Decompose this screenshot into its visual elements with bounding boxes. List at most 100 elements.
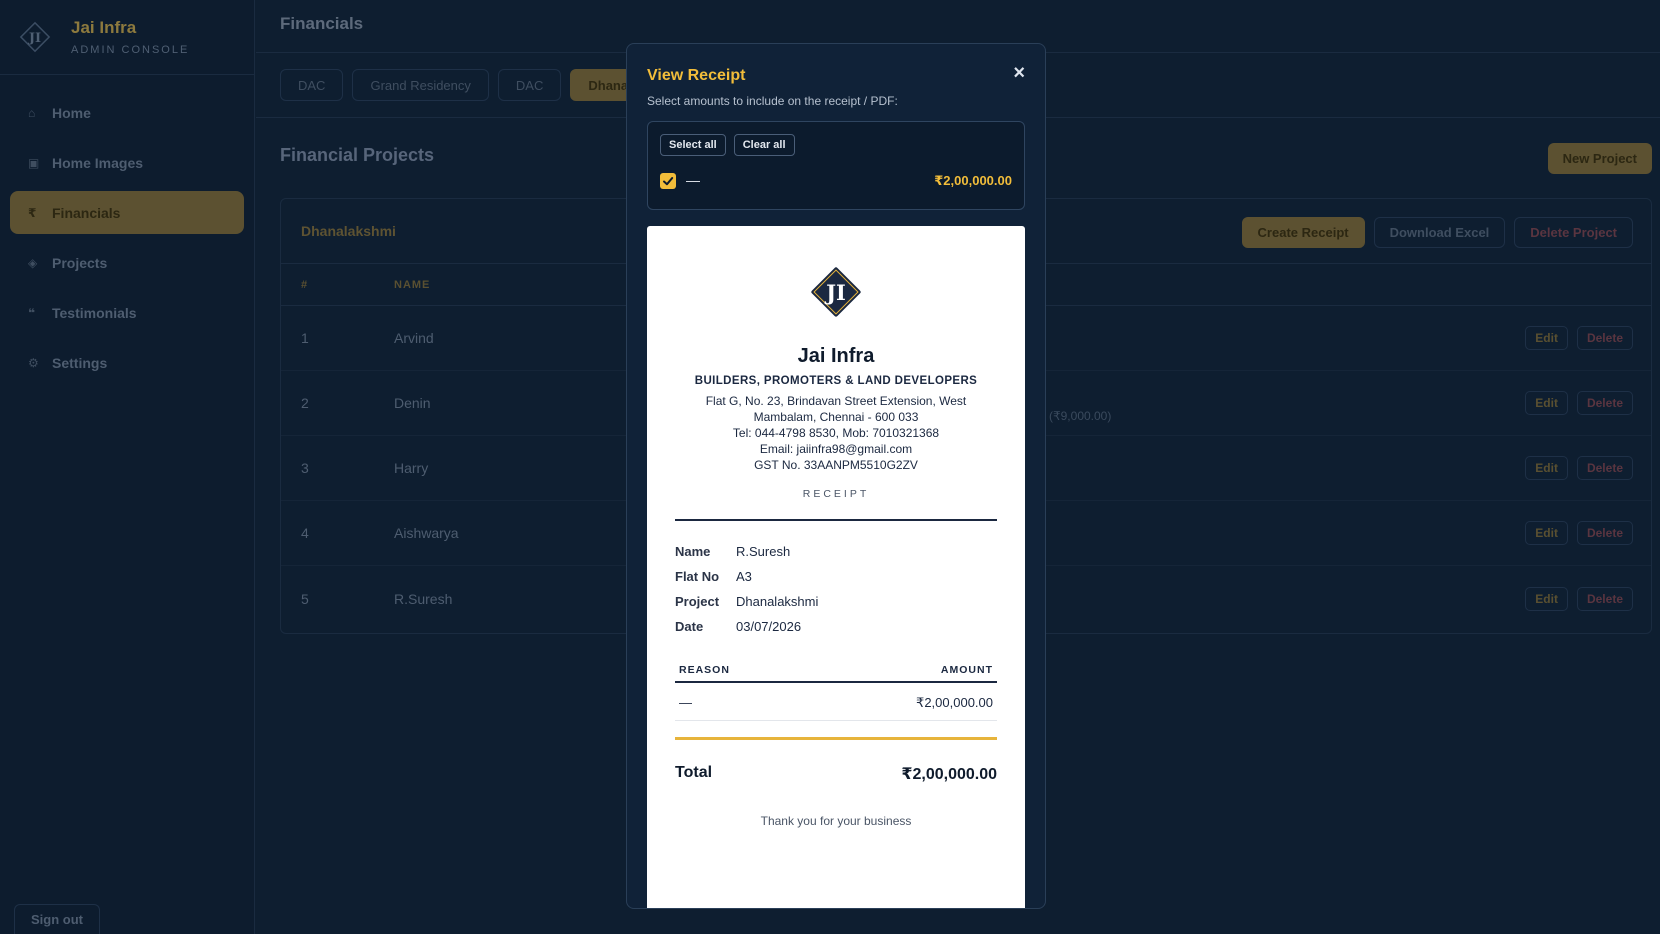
diamond-icon: ◈ (28, 255, 38, 270)
sidebar-item-label: Home Images (52, 154, 144, 171)
checkmark-icon (663, 177, 674, 186)
row-name: Denin (394, 395, 431, 411)
receipt-table-header: REASON AMOUNT (675, 658, 997, 683)
sidebar-item-settings[interactable]: ⚙ Settings (10, 341, 244, 384)
row-name: Arvind (394, 330, 434, 346)
address-line: Mambalam, Chennai - 600 033 (753, 410, 919, 424)
edit-button[interactable]: Edit (1525, 456, 1568, 480)
row-name: Harry (394, 460, 429, 476)
modal-subtitle: Select amounts to include on the receipt… (647, 94, 898, 108)
delete-button[interactable]: Delete (1576, 586, 1633, 611)
total-label: Total (675, 764, 713, 781)
field-value: R.Suresh (736, 544, 791, 559)
modal-title: View Receipt (647, 67, 746, 84)
delete-button[interactable]: Delete (1576, 391, 1633, 415)
amount-item-value: ₹2,00,000.00 (934, 173, 1012, 188)
edit-button[interactable]: Edit (1525, 586, 1568, 611)
row-number: 3 (301, 460, 309, 476)
sidebar-item-projects[interactable]: ◈ Projects (10, 241, 244, 284)
email-line: Email: jaiinfra98@gmail.com (759, 442, 913, 456)
brand-subtitle: ADMIN CONSOLE (71, 44, 190, 56)
receipt-tagline: BUILDERS, PROMOTERS & LAND DEVELOPERS (694, 375, 978, 387)
row-name: R.Suresh (394, 590, 453, 607)
field-value: 03/07/2026 (736, 619, 802, 634)
gst-line: GST No. 33AANPM5510G2ZV (754, 458, 918, 472)
phone-line: Tel: 044-4798 8530, Mob: 7010321368 (732, 426, 940, 440)
select-all-button[interactable]: Select all (660, 134, 726, 156)
field-value: Dhanalakshmi (736, 594, 819, 609)
field-key: Date (675, 619, 704, 634)
brand-logo: JI (18, 20, 52, 54)
svg-text:JI: JI (28, 31, 41, 46)
edit-button[interactable]: Edit (1525, 391, 1568, 415)
amount-item-label: — (686, 172, 700, 188)
sidebar-nav: ⌂ Home ▣ Home Images ₹ Financials ◈ Proj… (0, 75, 254, 384)
brand: JI Jai Infra ADMIN CONSOLE (0, 0, 254, 75)
download-excel-button[interactable]: Download Excel (1373, 217, 1506, 248)
row-number: 1 (301, 330, 309, 346)
tab-dac[interactable]: DAC (280, 69, 344, 101)
field-key: Name (675, 544, 711, 559)
sidebar-item-label: Settings (52, 354, 108, 371)
image-icon: ▣ (28, 155, 40, 170)
row-name: Aishwarya (394, 525, 459, 541)
sidebar-item-label: Projects (52, 254, 108, 271)
delete-button[interactable]: Delete (1576, 326, 1633, 350)
receipt-doc-label: RECEIPT (802, 488, 870, 500)
receipt-preview: JI Jai Infra BUILDERS, PROMOTERS & LAND … (647, 226, 1025, 908)
field-project: Project Dhanalakshmi (675, 589, 818, 614)
row-number: 5 (301, 590, 309, 607)
home-icon: ⌂ (28, 105, 36, 120)
create-receipt-button[interactable]: Create Receipt (1241, 217, 1365, 248)
receipt-logo: JI (808, 264, 864, 320)
amount-header: AMOUNT (940, 663, 993, 676)
field-name: Name R.Suresh (675, 539, 818, 564)
sidebar-item-label: Financials (52, 204, 121, 221)
svg-text:JI: JI (824, 280, 846, 305)
sidebar-item-financials[interactable]: ₹ Financials (10, 191, 244, 234)
view-receipt-modal: View Receipt × Select amounts to include… (626, 43, 1046, 909)
gold-divider (675, 737, 997, 740)
card-title: Dhanalakshmi (301, 223, 396, 239)
receipt-total: Total ₹2,00,000.00 (675, 764, 997, 784)
sidebar-item-testimonials[interactable]: ❝ Testimonials (10, 291, 244, 334)
field-key: Project (675, 594, 720, 609)
tab-dac-2[interactable]: DAC (497, 69, 562, 101)
edit-button[interactable]: Edit (1525, 326, 1568, 350)
row-number: 2 (301, 395, 309, 411)
sidebar-item-home-images[interactable]: ▣ Home Images (10, 141, 244, 184)
amount-cell: ₹2,00,000.00 (916, 694, 993, 710)
new-project-button[interactable]: New Project (1547, 143, 1652, 174)
row-amount-note: (₹9,000.00) (1049, 409, 1112, 423)
sidebar-item-home[interactable]: ⌂ Home (10, 91, 244, 134)
close-icon[interactable]: × (1013, 62, 1025, 85)
delete-button[interactable]: Delete (1576, 456, 1633, 480)
receipt-thanks: Thank you for your business (760, 814, 912, 828)
receipt-table-row: — ₹2,00,000.00 (675, 685, 997, 721)
reason-header: REASON (679, 663, 730, 676)
reason-cell: — (679, 695, 692, 710)
total-value: ₹2,00,000.00 (901, 766, 997, 783)
sidebar-item-label: Home (52, 104, 91, 121)
gear-icon: ⚙ (28, 355, 39, 370)
brand-name: Jai Infra (71, 18, 137, 37)
amount-checkbox[interactable] (660, 173, 676, 189)
column-header-num: # (301, 278, 309, 291)
sidebar-item-label: Testimonials (52, 304, 137, 321)
receipt-company-name: Jai Infra (797, 345, 875, 367)
sidebar: JI Jai Infra ADMIN CONSOLE ⌂ Home ▣ Home… (0, 0, 255, 934)
field-flat-no: Flat No A3 (675, 564, 818, 589)
edit-button[interactable]: Edit (1525, 521, 1568, 545)
receipt-address: Flat G, No. 23, Brindavan Street Extensi… (687, 393, 985, 473)
divider (675, 519, 997, 521)
delete-project-button[interactable]: Delete Project (1514, 217, 1633, 248)
delete-button[interactable]: Delete (1576, 521, 1633, 545)
address-line: Flat G, No. 23, Brindavan Street Extensi… (705, 394, 967, 408)
field-value: A3 (736, 569, 752, 584)
sign-out-button[interactable]: Sign out (14, 904, 100, 934)
rupee-icon: ₹ (28, 205, 37, 220)
clear-all-button[interactable]: Clear all (733, 134, 795, 156)
quote-icon: ❝ (28, 305, 36, 320)
tab-grand-residency[interactable]: Grand Residency (352, 69, 489, 101)
page-title: Financials (280, 14, 364, 33)
